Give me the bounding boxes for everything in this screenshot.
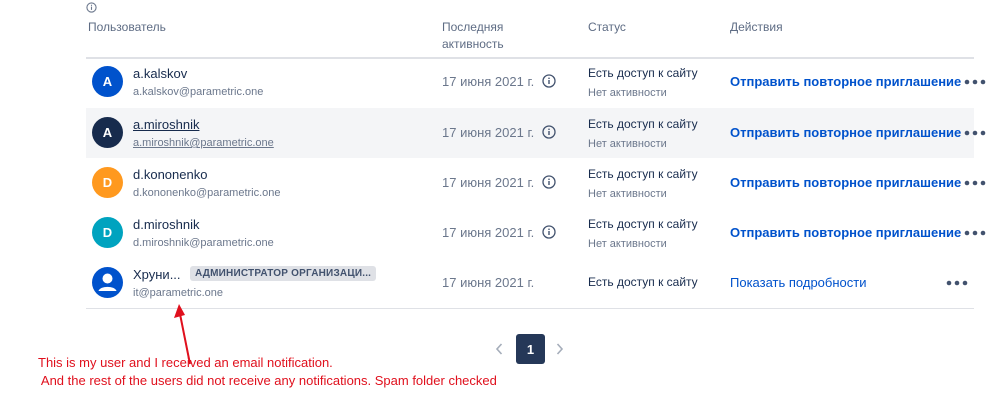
status-text: Есть доступ к сайту	[588, 167, 698, 181]
table-row: Хруни... АДМИНИСТРАТОР ОРГАНИЗАЦИ... it@…	[86, 258, 974, 308]
last-activity-date: 17 июня 2021 г.	[442, 125, 535, 140]
show-details-link[interactable]: Показать подробности	[730, 275, 866, 290]
table-header: Пользователь Последняя активность Статус…	[86, 0, 974, 59]
annotation-line-1: This is my user and I received an email …	[38, 355, 333, 370]
more-icon[interactable]	[964, 230, 986, 236]
status-subtext: Нет активности	[588, 188, 667, 200]
user-name[interactable]: a.miroshnik	[133, 117, 199, 132]
more-icon[interactable]	[964, 79, 986, 85]
user-email: a.kalskov@parametric.one	[133, 86, 264, 98]
user-name[interactable]: a.kalskov	[133, 66, 187, 81]
table-row: A a.miroshnik a.miroshnik@parametric.one…	[86, 108, 986, 158]
info-icon[interactable]	[542, 225, 556, 239]
resend-invite-button[interactable]: Отправить повторное приглашение	[730, 175, 961, 190]
user-email: a.miroshnik@parametric.one	[133, 137, 274, 149]
more-icon[interactable]	[964, 130, 986, 136]
status-subtext: Нет активности	[588, 87, 667, 99]
table-row: A a.kalskov a.kalskov@parametric.one 17 …	[86, 57, 986, 107]
last-activity-date: 17 июня 2021 г.	[442, 74, 535, 89]
user-name[interactable]: d.kononenko	[133, 167, 207, 182]
more-icon[interactable]	[964, 180, 986, 186]
user-name[interactable]: Хруни...	[133, 267, 181, 282]
avatar[interactable]: D	[92, 217, 123, 248]
table-row: D d.kononenko d.kononenko@parametric.one…	[86, 158, 986, 208]
column-header-actions: Действия	[730, 20, 783, 34]
avatar[interactable]: D	[92, 167, 123, 198]
more-icon[interactable]	[946, 280, 968, 286]
table-bottom-divider	[86, 308, 974, 309]
annotation-line-2: And the rest of the users did not receiv…	[38, 373, 497, 388]
info-icon[interactable]	[542, 175, 556, 189]
resend-invite-button[interactable]: Отправить повторное приглашение	[730, 74, 961, 89]
info-icon[interactable]	[542, 125, 556, 139]
status-text: Есть доступ к сайту	[588, 66, 698, 80]
last-activity-date: 17 июня 2021 г.	[442, 275, 535, 290]
chevron-right-icon[interactable]	[555, 342, 565, 356]
org-admin-badge: АДМИНИСТРАТОР ОРГАНИЗАЦИ...	[190, 266, 377, 281]
column-header-last-activity[interactable]: Последняя активность	[442, 19, 522, 53]
status-text: Есть доступ к сайту	[588, 275, 698, 289]
table-row: D d.miroshnik d.miroshnik@parametric.one…	[86, 208, 986, 258]
column-header-user[interactable]: Пользователь	[88, 19, 166, 36]
avatar[interactable]: A	[92, 66, 123, 97]
status-text: Есть доступ к сайту	[588, 217, 698, 231]
last-activity-date: 17 июня 2021 г.	[442, 175, 535, 190]
resend-invite-button[interactable]: Отправить повторное приглашение	[730, 125, 961, 140]
resend-invite-button[interactable]: Отправить повторное приглашение	[730, 225, 961, 240]
last-activity-date: 17 июня 2021 г.	[442, 225, 535, 240]
users-table: Пользователь Последняя активность Статус…	[86, 0, 986, 299]
pagination-page-button[interactable]: 1	[516, 334, 545, 364]
annotation-note: This is my user and I received an email …	[38, 354, 497, 390]
user-avatar-icon[interactable]	[92, 267, 123, 298]
status-text: Есть доступ к сайту	[588, 117, 698, 131]
status-subtext: Нет активности	[588, 238, 667, 250]
avatar[interactable]: A	[92, 117, 123, 148]
status-subtext: Нет активности	[588, 138, 667, 150]
info-icon[interactable]	[86, 2, 97, 13]
user-name[interactable]: d.miroshnik	[133, 217, 199, 232]
info-icon[interactable]	[542, 74, 556, 88]
user-email: d.kononenko@parametric.one	[133, 187, 281, 199]
user-email: d.miroshnik@parametric.one	[133, 237, 274, 249]
column-header-status: Статус	[588, 20, 626, 34]
